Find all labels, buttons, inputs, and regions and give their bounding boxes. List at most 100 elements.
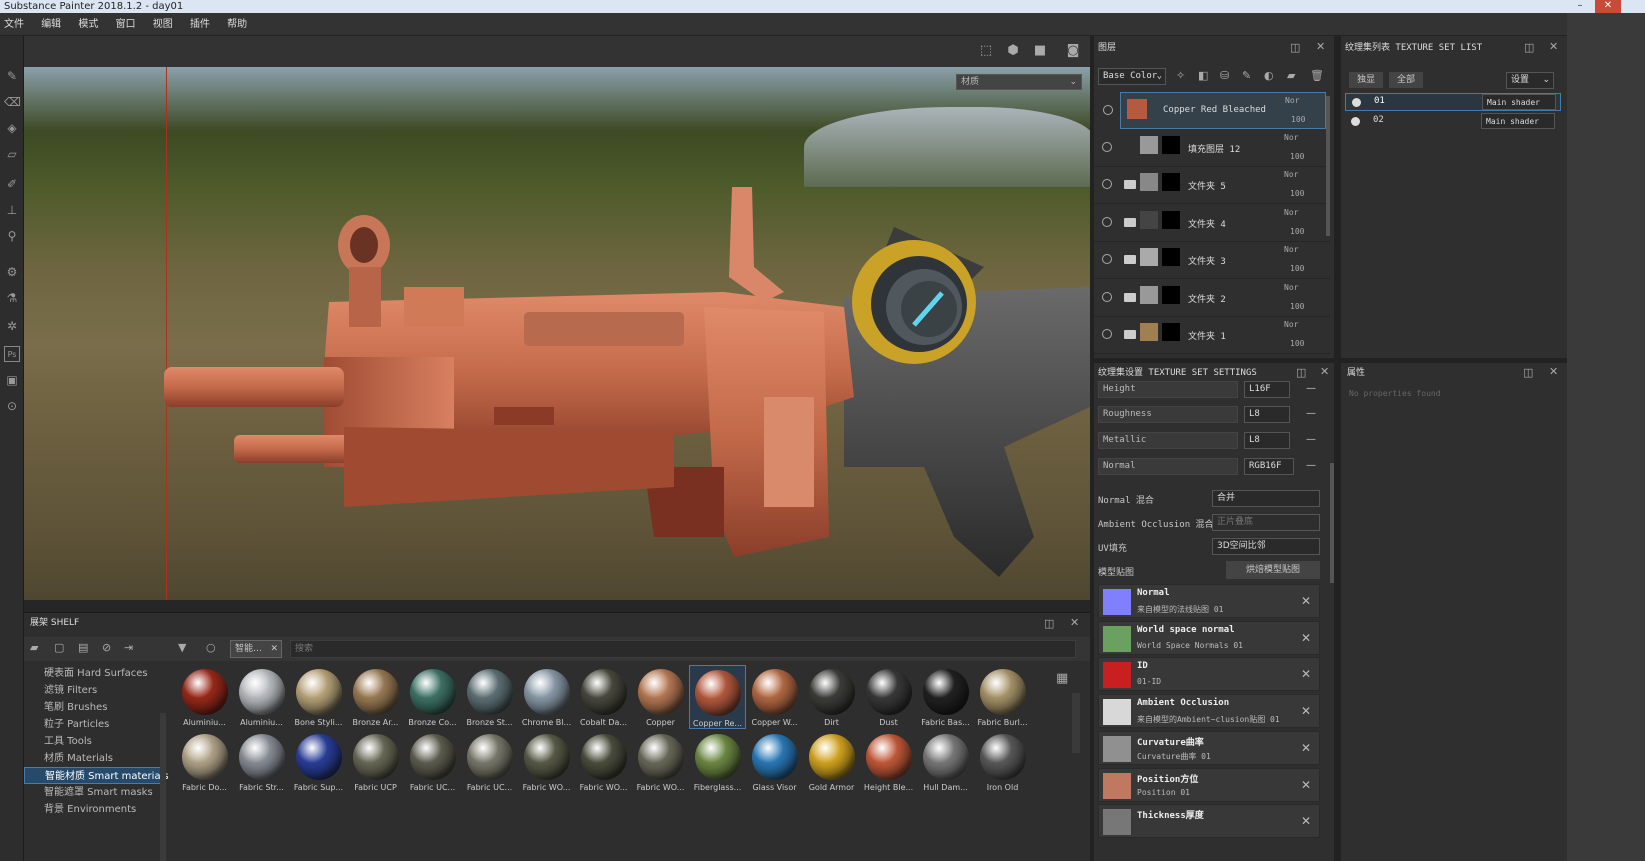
smudge-icon[interactable]: ✐ — [4, 176, 20, 192]
new-file-icon[interactable]: ▢ — [54, 641, 64, 654]
material-thumbnail[interactable]: Fabric WO... — [575, 730, 632, 794]
circle-filter-icon[interactable]: ○ — [206, 641, 216, 654]
settings-gear-icon[interactable]: ⚙ — [4, 264, 20, 280]
layer-opacity[interactable]: 100 — [1291, 115, 1305, 124]
delete-layer-icon[interactable]: 🗑 — [1310, 69, 1324, 82]
clear-map-icon[interactable]: ✕ — [1301, 741, 1311, 755]
menu-view[interactable]: 视图 — [149, 13, 183, 36]
layer-opacity[interactable]: 100 — [1290, 227, 1304, 236]
layer-blend-mode[interactable]: Nor — [1284, 245, 1298, 254]
add-folder-icon[interactable]: ▰ — [1287, 69, 1295, 82]
clone-stamp-icon[interactable]: ⊥ — [4, 202, 20, 218]
shelf-search-input[interactable] — [290, 640, 1076, 658]
vertical-splitter[interactable] — [1334, 36, 1341, 861]
layer-blend-mode[interactable]: Nor — [1285, 96, 1299, 105]
close-icon[interactable]: ✕ — [1070, 616, 1079, 629]
horizontal-splitter[interactable] — [24, 600, 1090, 612]
selection-mode-icon[interactable]: ⬚ — [977, 43, 995, 59]
material-thumbnail[interactable]: Gold Armor — [803, 730, 860, 794]
normal-mix-dropdown[interactable]: 合并 — [1212, 490, 1320, 507]
channel-normal-format[interactable]: RGB16F — [1244, 458, 1294, 475]
layer-blend-mode[interactable]: Nor — [1284, 283, 1298, 292]
close-icon[interactable]: ✕ — [1549, 365, 1558, 378]
model-map-slot[interactable]: World space normal World Space Normals 01… — [1098, 620, 1320, 655]
materials-scrollbar[interactable] — [1072, 693, 1080, 753]
undock-icon[interactable]: ◫ — [1296, 366, 1306, 379]
material-thumbnail[interactable]: Dust — [860, 665, 917, 729]
display-mode-icon[interactable]: ⬢ — [1004, 43, 1022, 59]
clear-map-icon[interactable]: ✕ — [1301, 631, 1311, 645]
undock-icon[interactable]: ◫ — [1524, 41, 1534, 54]
material-thumbnail[interactable]: Bone Styli... — [290, 665, 347, 729]
category-filters[interactable]: 滤镜 Filters — [24, 682, 164, 699]
layer-row[interactable]: 文件夹 1 Nor 100 — [1094, 317, 1330, 354]
material-thumbnail[interactable]: Height Ble... — [860, 730, 917, 794]
help-icon[interactable]: ⊙ — [4, 398, 20, 414]
visibility-icon[interactable] — [1351, 117, 1360, 126]
camera-icon[interactable]: ■ — [1031, 43, 1049, 59]
layer-row[interactable]: 文件夹 3 Nor 100 — [1094, 242, 1330, 279]
close-window-button[interactable]: ✕ — [1595, 0, 1621, 13]
all-button[interactable]: 全部 — [1389, 72, 1423, 88]
screenshot-icon[interactable]: ◙ — [1064, 43, 1082, 59]
material-thumbnail[interactable]: Fabric UCP — [347, 730, 404, 794]
layers-scrollbar[interactable] — [1326, 96, 1330, 236]
material-thumbnail[interactable]: Chrome Bl... — [518, 665, 575, 729]
material-thumbnail[interactable]: Fiberglass... — [689, 730, 746, 794]
layer-blend-mode[interactable]: Nor — [1284, 133, 1298, 142]
category-particles[interactable]: 粒子 Particles — [24, 716, 164, 733]
close-icon[interactable]: ✕ — [1549, 40, 1558, 53]
model-map-slot[interactable]: ID 01-ID ✕ — [1098, 657, 1320, 692]
category-tools[interactable]: 工具 Tools — [24, 733, 164, 750]
clear-map-icon[interactable]: ✕ — [1301, 778, 1311, 792]
clear-map-icon[interactable]: ✕ — [1301, 814, 1311, 828]
material-thumbnail[interactable]: Bronze Ar... — [347, 665, 404, 729]
clear-map-icon[interactable]: ✕ — [1301, 594, 1311, 608]
category-scrollbar[interactable] — [160, 713, 166, 861]
visibility-icon[interactable] — [1103, 105, 1113, 115]
layer-opacity[interactable]: 100 — [1290, 152, 1304, 161]
channel-roughness-format[interactable]: L8 — [1244, 406, 1290, 423]
paint-brush-icon[interactable]: ✎ — [4, 68, 20, 84]
shader-dropdown[interactable]: Main shader — [1482, 94, 1556, 110]
layer-row[interactable]: Copper Red Bleached Nor 100 — [1103, 92, 1326, 129]
effects-icon[interactable]: ✧ — [1176, 69, 1185, 82]
material-thumbnail[interactable]: Fabric UC... — [461, 730, 518, 794]
add-mask-icon[interactable]: ◧ — [1198, 69, 1208, 82]
ao-mix-dropdown[interactable]: 正片叠底 — [1212, 514, 1320, 531]
remove-channel-icon[interactable]: — — [1306, 434, 1316, 445]
color-picker-icon[interactable]: ⚲ — [4, 228, 20, 244]
visibility-icon[interactable] — [1102, 254, 1112, 264]
material-thumbnail[interactable]: Fabric Sup... — [290, 730, 347, 794]
close-icon[interactable]: ✕ — [1320, 365, 1329, 378]
shader-dropdown[interactable]: Main shader — [1481, 113, 1555, 129]
layer-blend-mode[interactable]: Nor — [1284, 208, 1298, 217]
visibility-icon[interactable] — [1102, 291, 1112, 302]
add-paint-layer-icon[interactable]: ✎ — [1242, 69, 1251, 82]
material-thumbnail[interactable]: Iron Old — [974, 730, 1031, 794]
channel-metallic-format[interactable]: L8 — [1244, 432, 1290, 449]
material-thumbnail[interactable]: Fabric UC... — [404, 730, 461, 794]
hide-icon[interactable]: ⊘ — [102, 641, 111, 654]
minimize-button[interactable]: – — [1567, 0, 1593, 13]
menu-help[interactable]: 帮助 — [223, 13, 257, 36]
undock-icon[interactable]: ◫ — [1290, 41, 1300, 54]
model-map-slot[interactable]: Position方位 Position 01 ✕ — [1098, 767, 1320, 802]
channel-height-format[interactable]: L16F — [1244, 381, 1290, 398]
settings-dropdown[interactable]: 设置 ⌄ — [1506, 72, 1554, 89]
category-environments[interactable]: 背景 Environments — [24, 801, 164, 818]
remove-channel-icon[interactable]: — — [1306, 383, 1316, 394]
category-hard-surfaces[interactable]: 硬表面 Hard Surfaces — [24, 665, 164, 682]
bake-maps-button[interactable]: 烘焙模型贴图 — [1226, 561, 1320, 579]
visibility-icon[interactable] — [1102, 141, 1112, 152]
bake-icon[interactable]: ⚗ — [4, 290, 20, 306]
folder-icon[interactable]: ▰ — [30, 641, 38, 654]
undock-icon[interactable]: ◫ — [1044, 617, 1054, 630]
undock-icon[interactable]: ◫ — [1523, 366, 1533, 379]
uv-fill-dropdown[interactable]: 3D空间比邻 — [1212, 538, 1320, 555]
material-thumbnail[interactable]: Fabric Do... — [176, 730, 233, 794]
menu-mode[interactable]: 模式 — [74, 13, 108, 36]
category-brushes[interactable]: 笔刷 Brushes — [24, 699, 164, 716]
geometry-mask-icon[interactable]: ▱ — [4, 146, 20, 162]
add-effect-icon[interactable]: ◐ — [1264, 69, 1274, 82]
